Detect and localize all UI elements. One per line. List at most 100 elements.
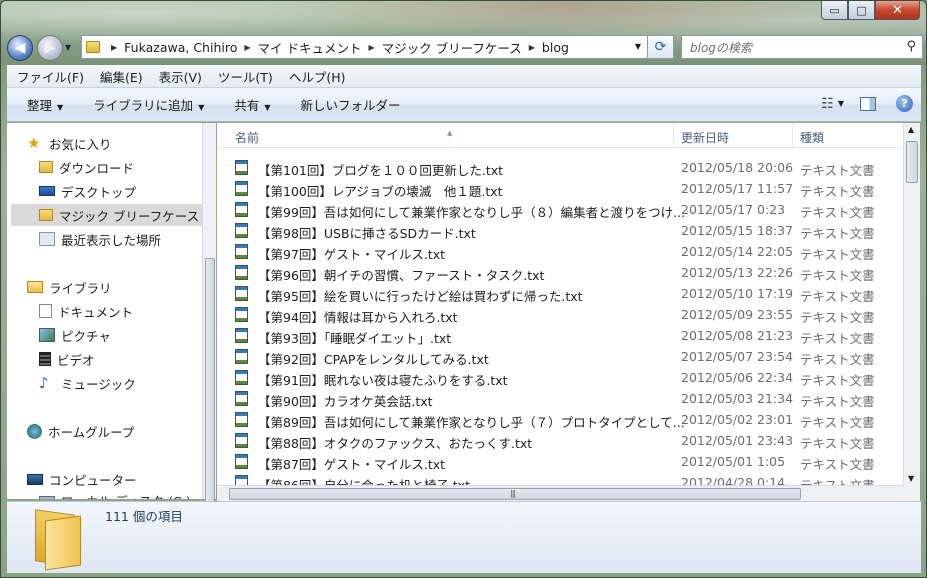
nav-downloads[interactable]: ダウンロード <box>39 156 134 178</box>
views-icon[interactable]: ☷ <box>821 96 834 112</box>
new-folder-button[interactable]: 新しいフォルダー <box>301 95 401 114</box>
chevron-right-icon[interactable]: ▶ <box>111 43 117 52</box>
file-row[interactable]: 【第95回】絵を買いに行ったけど絵は買わずに帰った.txt 2012/05/10… <box>217 283 903 304</box>
nav-homegroup[interactable]: ホームグループ <box>27 420 134 442</box>
minimize-button[interactable]: ▭ <box>821 1 848 20</box>
file-date: 2012/05/06 22:34 <box>681 370 794 385</box>
file-type: テキスト文書 <box>800 184 875 199</box>
file-row[interactable]: 【第101回】ブログを１００回更新した.txt 2012/05/18 20:06… <box>217 157 903 178</box>
maximize-button[interactable]: □ <box>848 1 875 20</box>
refresh-button[interactable]: ⟳ <box>648 35 674 59</box>
file-row[interactable]: 【第87回】ゲスト・マイルス.txt 2012/05/01 1:05 テキスト文… <box>217 451 903 472</box>
item-count: 111 個の項目 <box>105 509 183 524</box>
file-row[interactable]: 【第94回】情報は耳から入れろ.txt 2012/05/09 23:55 テキス… <box>217 304 903 325</box>
menu-edit[interactable]: 編集(E) <box>100 67 143 86</box>
column-date[interactable]: 更新日時 <box>681 129 729 146</box>
text-file-icon <box>235 223 248 238</box>
file-type: テキスト文書 <box>800 373 875 388</box>
breadcrumb-briefcase[interactable]: マジック ブリーフケース <box>382 38 522 57</box>
chevron-right-icon[interactable]: ▶ <box>529 43 535 52</box>
file-list-horizontal-scrollbar[interactable]: ||| <box>217 485 903 501</box>
breadcrumb-blog[interactable]: blog <box>542 40 569 55</box>
chevron-right-icon[interactable]: ▶ <box>244 43 250 52</box>
breadcrumb-documents[interactable]: マイ ドキュメント <box>258 38 362 57</box>
recent-pages-dropdown-icon[interactable]: ▼ <box>65 43 71 52</box>
text-file-icon <box>235 370 248 385</box>
file-row[interactable]: 【第96回】朝イチの習慣、ファースト・タスク.txt 2012/05/13 22… <box>217 262 903 283</box>
nav-desktop[interactable]: デスクトップ <box>39 180 136 202</box>
scrollbar-corner <box>903 485 920 501</box>
horizontal-scrollbar-thumb[interactable]: ||| <box>229 488 801 500</box>
views-dropdown-icon[interactable]: ▼ <box>838 99 844 108</box>
file-row[interactable]: 【第90回】カラオケ英会話.txt 2012/05/03 21:34 テキスト文… <box>217 388 903 409</box>
file-row[interactable]: 【第89回】吾は如何にして兼業作家となりし乎（７）プロトタイプとして... 20… <box>217 409 903 430</box>
share-label: 共有 <box>234 98 260 113</box>
search-placeholder: blogの検索 <box>690 40 752 55</box>
menu-help[interactable]: ヘルプ(H) <box>289 67 346 86</box>
back-button[interactable]: ◀ <box>7 35 33 61</box>
text-file-icon <box>235 160 248 175</box>
menu-tools[interactable]: ツール(T) <box>218 67 273 86</box>
file-name: 【第88回】オタクのファックス、おたっくす.txt <box>258 436 533 451</box>
column-type[interactable]: 種類 <box>800 129 824 146</box>
organize-button[interactable]: 整理 ▼ <box>27 95 63 114</box>
text-file-icon <box>235 286 248 301</box>
nav-videos[interactable]: ビデオ <box>39 348 95 370</box>
column-divider[interactable] <box>673 123 674 148</box>
forward-button[interactable]: ▶ <box>37 35 63 61</box>
file-name: 【第92回】CPAPをレンタルしてみる.txt <box>258 352 489 367</box>
chevron-down-icon: ▼ <box>264 103 271 112</box>
file-name: 【第86回】自分に合った机と椅子.txt <box>258 475 470 485</box>
file-row[interactable]: 【第100回】レアジョブの壊滅 他１題.txt 2012/05/17 11:57… <box>217 178 903 199</box>
nav-documents[interactable]: ドキュメント <box>39 300 133 322</box>
nav-music[interactable]: ♪ ミュージック <box>39 372 136 394</box>
nav-computer[interactable]: コンピューター <box>27 468 137 490</box>
close-button[interactable]: ✕ <box>875 1 920 20</box>
menu-view[interactable]: 表示(V) <box>159 67 202 86</box>
nav-videos-label: ビデオ <box>57 352 95 368</box>
file-row[interactable]: 【第98回】USBに挿さるSDカード.txt 2012/05/15 18:37 … <box>217 220 903 241</box>
file-list-vertical-scrollbar[interactable]: ▲ ▼ <box>903 123 920 485</box>
address-bar[interactable]: ▶ Fukazawa, Chihiro ▶ マイ ドキュメント ▶ マジック ブ… <box>81 35 648 59</box>
file-name: 【第87回】ゲスト・マイルス.txt <box>258 457 446 472</box>
column-divider[interactable] <box>792 123 793 148</box>
preview-pane-icon[interactable] <box>860 96 876 111</box>
file-row[interactable]: 【第88回】オタクのファックス、おたっくす.txt 2012/05/01 23:… <box>217 430 903 451</box>
address-dropdown-icon[interactable]: ▼ <box>635 42 641 51</box>
nav-scrollbar-thumb[interactable] <box>205 258 215 526</box>
nav-documents-label: ドキュメント <box>58 304 134 320</box>
nav-recent-places[interactable]: 最近表示した場所 <box>39 228 161 250</box>
nav-favorites[interactable]: ★ お気に入り <box>27 132 112 154</box>
text-file-icon <box>235 328 248 343</box>
breadcrumb-user[interactable]: Fukazawa, Chihiro <box>124 40 237 55</box>
file-row[interactable]: 【第91回】眠れない夜は寝たふりをする.txt 2012/05/06 22:34… <box>217 367 903 388</box>
vertical-scrollbar-thumb[interactable] <box>906 141 918 183</box>
file-row[interactable]: 【第97回】ゲスト・マイルス.txt 2012/05/14 22:05 テキスト… <box>217 241 903 262</box>
file-type: テキスト文書 <box>800 163 875 178</box>
chevron-right-icon[interactable]: ▶ <box>369 43 375 52</box>
search-input[interactable]: blogの検索 ⚲ <box>681 35 923 59</box>
file-type: テキスト文書 <box>800 352 875 367</box>
file-row[interactable]: 【第92回】CPAPをレンタルしてみる.txt 2012/05/07 23:54… <box>217 346 903 367</box>
file-row[interactable]: 【第93回】「睡眠ダイエット」.txt 2012/05/08 21:23 テキス… <box>217 325 903 346</box>
nav-scrollbar[interactable] <box>202 123 216 526</box>
file-type: テキスト文書 <box>800 475 875 485</box>
scroll-up-icon[interactable]: ▲ <box>908 125 914 134</box>
nav-local-disk[interactable]: ローカル ディスク (C:) <box>39 489 191 499</box>
nav-libraries[interactable]: ライブラリ <box>27 276 112 298</box>
nav-briefcase[interactable]: マジック ブリーフケース <box>11 204 202 226</box>
file-row[interactable]: 【第86回】自分に合った机と椅子.txt 2012/04/28 0:14 テキス… <box>217 472 903 485</box>
column-name[interactable]: 名前 <box>235 129 259 146</box>
help-icon[interactable]: ? <box>896 95 913 112</box>
scroll-down-icon[interactable]: ▼ <box>908 474 914 483</box>
text-file-icon <box>235 307 248 322</box>
menu-file[interactable]: ファイル(F) <box>17 67 84 86</box>
file-name: 【第94回】情報は耳から入れろ.txt <box>258 310 458 325</box>
add-to-library-button[interactable]: ライブラリに追加 ▼ <box>93 95 204 114</box>
file-row[interactable]: 【第99回】吾は如何にして兼業作家となりし乎（８）編集者と渡りをつけ... 20… <box>217 199 903 220</box>
share-button[interactable]: 共有 ▼ <box>234 95 270 114</box>
search-icon[interactable]: ⚲ <box>906 39 916 54</box>
nav-pictures[interactable]: ピクチャ <box>39 324 111 346</box>
file-type: テキスト文書 <box>800 436 875 451</box>
file-type: テキスト文書 <box>800 226 875 241</box>
